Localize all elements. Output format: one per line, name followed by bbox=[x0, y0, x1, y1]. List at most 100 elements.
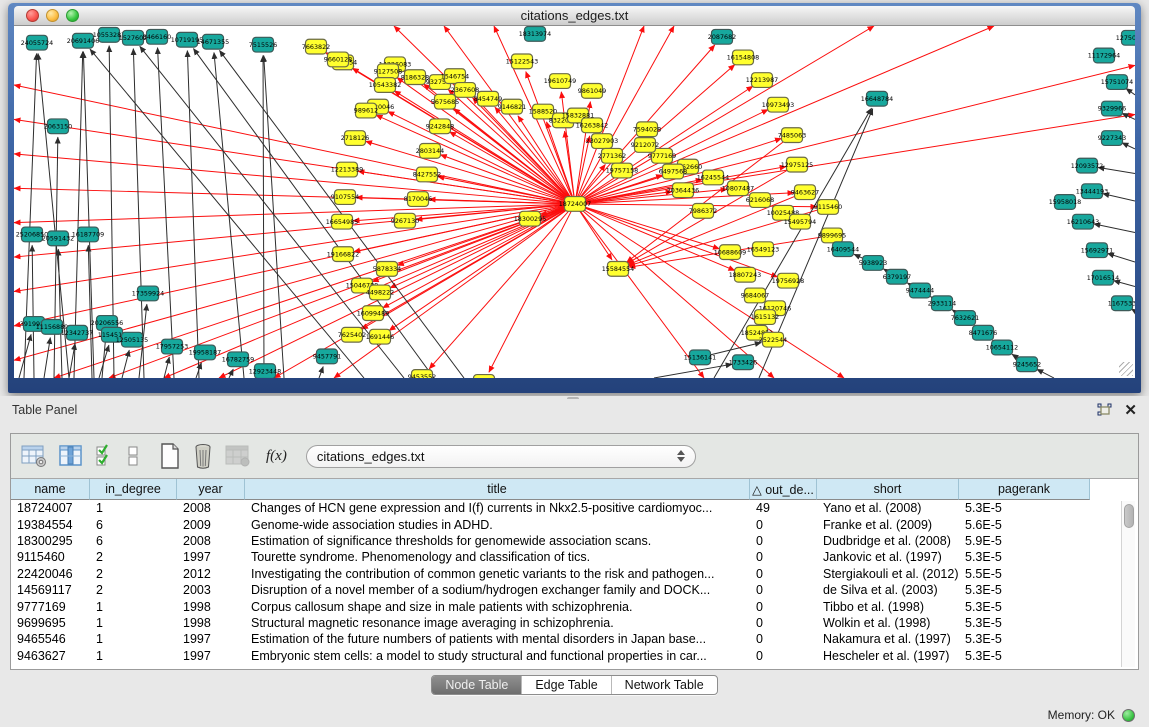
graph-node[interactable]: 2087682 bbox=[708, 29, 736, 44]
graph-node[interactable]: 19610749 bbox=[544, 74, 576, 89]
graph-node[interactable]: 8471676 bbox=[969, 325, 997, 340]
tab-edge-table[interactable]: Edge Table bbox=[522, 676, 611, 694]
table-row[interactable]: 1456911722003Disruption of a novel membe… bbox=[11, 582, 1138, 598]
column-header-short[interactable]: short bbox=[817, 479, 959, 500]
new-document-icon[interactable] bbox=[159, 443, 181, 469]
graph-node[interactable]: 19958187 bbox=[189, 345, 221, 360]
graph-node[interactable]: 9242848 bbox=[426, 119, 454, 134]
graph-node[interactable]: 9227343 bbox=[1098, 131, 1126, 146]
graph-node[interactable]: 12750125 bbox=[1116, 30, 1135, 45]
graph-node[interactable]: 2803144 bbox=[416, 143, 444, 158]
graph-node[interactable]: 15751074 bbox=[1101, 75, 1133, 90]
table-row[interactable]: 911546021997Tourette syndrome. Phenomeno… bbox=[11, 549, 1138, 565]
graph-node[interactable]: 9146821 bbox=[498, 99, 526, 114]
graph-node[interactable]: 7515526 bbox=[249, 37, 277, 52]
graph-node[interactable]: 9861049 bbox=[578, 84, 606, 99]
graph-node[interactable]: 15692971 bbox=[1081, 243, 1113, 258]
graph-node[interactable]: 1167533 bbox=[1108, 296, 1135, 311]
graph-node[interactable]: 10543382 bbox=[369, 78, 401, 93]
table-row[interactable]: 977716911998Corpus callosum shape and si… bbox=[11, 598, 1138, 614]
graph-node[interactable]: 12923448 bbox=[249, 364, 281, 378]
minimize-window-icon[interactable] bbox=[46, 9, 59, 22]
graph-node[interactable]: 12093572 bbox=[1071, 158, 1103, 173]
graph-node[interactable]: 17957253 bbox=[156, 339, 188, 354]
graph-node[interactable]: 16187709 bbox=[72, 227, 104, 242]
graph-node[interactable]: 6379197 bbox=[883, 269, 911, 284]
graph-node[interactable]: 15136141 bbox=[684, 350, 716, 365]
column-header-title[interactable]: title bbox=[245, 479, 750, 500]
column-header-in-degree[interactable]: in_degree bbox=[90, 479, 177, 500]
graph-node[interactable]: 12975125 bbox=[781, 157, 813, 172]
table-row[interactable]: 1938455462009Genome-wide association stu… bbox=[11, 516, 1138, 532]
graph-node[interactable]: 9474444 bbox=[906, 283, 934, 298]
graph-node[interactable]: 16154808 bbox=[727, 50, 759, 65]
delete-icon[interactable] bbox=[192, 443, 214, 469]
graph-node[interactable]: 10654112 bbox=[986, 340, 1018, 355]
graph-node[interactable]: 5878334 bbox=[373, 261, 401, 276]
graph-node[interactable]: 10688609 bbox=[714, 245, 746, 260]
network-select[interactable]: citations_edges.txt bbox=[306, 445, 696, 468]
graph-node[interactable]: 19166822 bbox=[327, 247, 359, 262]
show-columns-icon[interactable] bbox=[58, 443, 84, 469]
graph-node[interactable]: 9899695 bbox=[818, 228, 846, 243]
graph-node[interactable]: 2063150 bbox=[44, 119, 72, 134]
table-vertical-scrollbar[interactable] bbox=[1121, 501, 1135, 667]
graph-node[interactable]: 5938923 bbox=[859, 256, 887, 271]
graph-node[interactable]: 1615132 bbox=[751, 310, 779, 325]
graph-node[interactable]: 10807487 bbox=[722, 181, 754, 196]
select-all-icon[interactable] bbox=[95, 443, 115, 469]
graph-node[interactable]: 2933114 bbox=[928, 296, 956, 311]
column-header-year[interactable]: year bbox=[177, 479, 245, 500]
graph-node[interactable]: 12450122 bbox=[468, 375, 500, 378]
tab-network-table[interactable]: Network Table bbox=[612, 676, 717, 694]
function-builder-icon[interactable]: f(x) bbox=[266, 443, 287, 469]
graph-node[interactable]: 8427552 bbox=[413, 167, 441, 182]
table-row[interactable]: 1872400712008Changes of HCN gene express… bbox=[11, 500, 1138, 516]
close-panel-icon[interactable]: ✕ bbox=[1124, 403, 1137, 418]
graph-node[interactable]: 7632621 bbox=[951, 311, 979, 326]
graph-node[interactable]: 9660128 bbox=[324, 52, 352, 67]
graph-node[interactable]: 989612 bbox=[354, 103, 378, 118]
graph-node[interactable]: 16648784 bbox=[861, 91, 893, 106]
graph-node[interactable]: 16210643 bbox=[1067, 214, 1099, 229]
graph-node[interactable]: 7485063 bbox=[778, 128, 806, 143]
graph-node[interactable]: 8170046 bbox=[404, 192, 432, 207]
graph-node[interactable]: 12213389 bbox=[331, 162, 363, 177]
graph-node[interactable]: 2718126 bbox=[341, 131, 369, 146]
graph-node[interactable]: 18313974 bbox=[519, 26, 551, 41]
window-titlebar[interactable]: citations_edges.txt bbox=[14, 6, 1135, 26]
column-header-out-de-[interactable]: △ out_de... bbox=[750, 479, 817, 500]
graph-node[interactable]: 6216068 bbox=[746, 193, 774, 208]
float-panel-icon[interactable] bbox=[1096, 402, 1114, 418]
graph-node[interactable]: 1546754 bbox=[441, 69, 469, 84]
graph-node[interactable]: 11172964 bbox=[1088, 48, 1120, 63]
graph-node[interactable]: 9127508 bbox=[374, 64, 402, 79]
graph-node[interactable]: 9115460 bbox=[814, 200, 842, 215]
graph-node[interactable]: 9684067 bbox=[741, 288, 769, 303]
deselect-all-icon[interactable] bbox=[126, 443, 140, 469]
column-header-name[interactable]: name bbox=[11, 479, 90, 500]
graph-node[interactable]: 15958018 bbox=[1049, 195, 1081, 210]
table-row[interactable]: 946554611997Estimation of the future num… bbox=[11, 631, 1138, 647]
graph-node[interactable]: 2522544 bbox=[759, 332, 787, 347]
close-window-icon[interactable] bbox=[26, 9, 39, 22]
graph-node[interactable]: 1733426 bbox=[729, 355, 757, 370]
panel-splitter-handle[interactable] bbox=[567, 397, 579, 402]
graph-node[interactable]: 12213987 bbox=[746, 73, 778, 88]
graph-node[interactable]: 9457791 bbox=[313, 349, 341, 364]
table-row[interactable]: 969969511998Structural magnetic resonanc… bbox=[11, 615, 1138, 631]
table-row[interactable]: 2242004622012Investigating the contribut… bbox=[11, 566, 1138, 582]
graph-node[interactable]: 7594028 bbox=[633, 122, 661, 137]
scrollbar-thumb[interactable] bbox=[1124, 504, 1134, 528]
graph-node[interactable]: 9463627 bbox=[791, 185, 819, 200]
graph-node[interactable]: 7663822 bbox=[302, 39, 330, 54]
table-settings-icon[interactable] bbox=[21, 443, 47, 469]
table-row[interactable]: 946362711997Embryonic stem cells: a mode… bbox=[11, 648, 1138, 664]
graph-node[interactable]: 17359924 bbox=[132, 286, 164, 301]
graph-node[interactable]: 6497568 bbox=[659, 164, 687, 179]
graph-node[interactable]: 9212072 bbox=[631, 138, 659, 153]
graph-node[interactable]: 24055724 bbox=[21, 35, 53, 50]
graph-node[interactable]: 2771362 bbox=[598, 148, 626, 163]
graph-node[interactable]: 8466160 bbox=[143, 29, 171, 44]
graph-node[interactable]: 9107554 bbox=[331, 190, 359, 205]
